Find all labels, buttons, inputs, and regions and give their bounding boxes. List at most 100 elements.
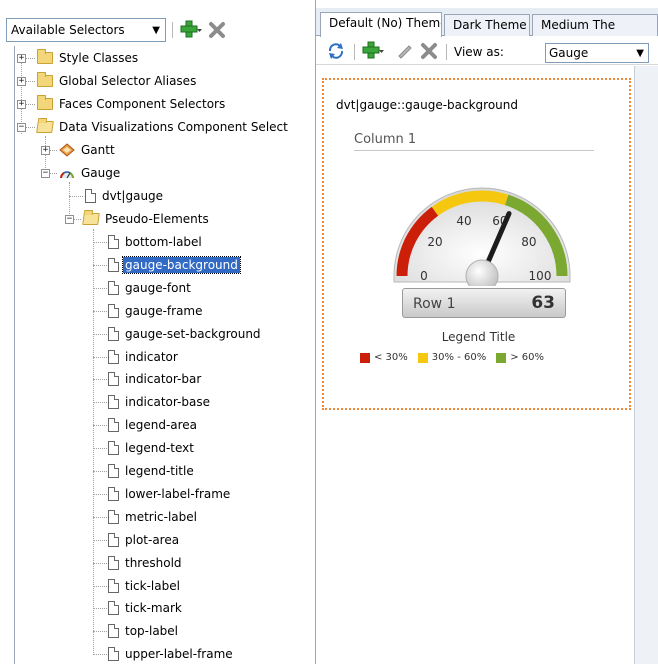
preview-area: dvt|gauge::gauge-background Column 1 0 20… bbox=[316, 66, 634, 664]
toolbar-separator bbox=[354, 44, 355, 60]
tree-item-label: Faces Component Selectors bbox=[59, 97, 226, 111]
tree-item-style-classes[interactable]: Style Classes bbox=[37, 47, 138, 69]
view-as-select[interactable]: Gauge ▼ bbox=[545, 43, 649, 63]
tab-medium-theme[interactable]: Medium The bbox=[532, 14, 658, 36]
tree-item-tick-mark[interactable]: tick-mark bbox=[108, 597, 182, 619]
tree-item-gantt[interactable]: Gantt bbox=[59, 139, 115, 161]
gantt-icon bbox=[59, 143, 75, 157]
tree-item-legend-title[interactable]: legend-title bbox=[108, 460, 194, 482]
chevron-down-icon: ▼ bbox=[636, 47, 644, 59]
tree-item-label: top-label bbox=[125, 624, 179, 639]
tree-item-label: Gantt bbox=[81, 143, 115, 157]
open-folder-icon bbox=[36, 121, 54, 133]
document-icon bbox=[108, 257, 119, 272]
tree-item-upper-label-frame[interactable]: upper-label-frame bbox=[108, 643, 233, 664]
document-icon bbox=[108, 395, 119, 410]
tree-item-label: Data Visualizations Component Select bbox=[59, 120, 288, 134]
tree-item-label: indicator-base bbox=[125, 395, 210, 410]
expand-toggle[interactable]: + bbox=[17, 54, 26, 63]
tree-item-indicator-base[interactable]: indicator-base bbox=[108, 391, 210, 413]
selector-title: dvt|gauge::gauge-background bbox=[336, 98, 519, 112]
tab-label: Medium The bbox=[541, 18, 616, 32]
tree-item-gauge-set-background[interactable]: gauge-set-background bbox=[108, 323, 261, 345]
legend-area: < 30% 30% - 60% > 60% bbox=[360, 352, 554, 363]
tree-item-label: threshold bbox=[125, 555, 182, 570]
document-icon bbox=[108, 464, 119, 478]
tree-item-label: plot-area bbox=[125, 532, 180, 547]
vertical-scrollbar-track[interactable] bbox=[634, 66, 658, 664]
tree-item-indicator-bar[interactable]: indicator-bar bbox=[108, 368, 201, 390]
document-icon bbox=[108, 235, 119, 249]
tree-item-bottom-label[interactable]: bottom-label bbox=[108, 231, 202, 253]
tree-item-metric-label[interactable]: metric-label bbox=[108, 506, 197, 528]
tree-item-label: indicator bbox=[125, 349, 178, 364]
expand-toggle[interactable]: + bbox=[17, 77, 26, 86]
legend-item: > 60% bbox=[496, 352, 544, 363]
document-icon bbox=[108, 441, 119, 456]
legend-title: Legend Title bbox=[441, 330, 516, 344]
tree-item-label: gauge-font bbox=[125, 280, 191, 295]
toolbar-separator bbox=[172, 22, 173, 38]
tree-item-indicator[interactable]: indicator bbox=[108, 346, 178, 368]
document-icon bbox=[108, 624, 119, 639]
tree-item-gauge-frame[interactable]: gauge-frame bbox=[108, 300, 203, 322]
tree-item-label: Gauge bbox=[81, 166, 121, 180]
available-selectors-label: Available Selectors bbox=[11, 23, 125, 37]
selectors-panel: Available Selectors ▼ + Style Classes + … bbox=[0, 0, 316, 664]
tree-item-global-selector-aliases[interactable]: Global Selector Aliases bbox=[37, 70, 196, 92]
available-selectors-dropdown[interactable]: Available Selectors ▼ bbox=[6, 18, 166, 42]
gauge-icon bbox=[60, 171, 74, 179]
document-icon bbox=[108, 372, 119, 387]
chevron-down-icon: ▼ bbox=[152, 24, 160, 36]
tree-item-label: metric-label bbox=[125, 509, 197, 524]
tree-item-gauge-font[interactable]: gauge-font bbox=[108, 277, 191, 299]
selector-tree: + Style Classes + Global Selector Aliase… bbox=[14, 46, 314, 664]
tree-item-gauge[interactable]: Gauge bbox=[59, 162, 120, 184]
expand-toggle[interactable]: + bbox=[41, 146, 50, 155]
gauge-dial: 02040 6080100 bbox=[393, 187, 571, 286]
tree-item-legend-text[interactable]: legend-text bbox=[108, 437, 194, 459]
tree-item-plot-area[interactable]: plot-area bbox=[108, 529, 179, 551]
preview-toolbar: View as: Gauge ▼ bbox=[316, 37, 658, 65]
legend-text: 30% - 60% bbox=[431, 352, 487, 363]
refresh-icon[interactable] bbox=[326, 42, 346, 60]
gauge-preview-frame[interactable]: dvt|gauge::gauge-background Column 1 0 20… bbox=[322, 78, 631, 410]
x-icon[interactable] bbox=[420, 42, 438, 60]
pencil-icon[interactable] bbox=[396, 42, 414, 60]
tree-item-lower-label-frame[interactable]: lower-label-frame bbox=[108, 483, 230, 505]
document-icon bbox=[108, 418, 119, 433]
tab-dark-theme[interactable]: Dark Theme bbox=[444, 14, 530, 36]
tree-item-faces-component-selectors[interactable]: Faces Component Selectors bbox=[37, 93, 225, 115]
document-icon bbox=[108, 486, 119, 501]
x-icon[interactable] bbox=[208, 21, 226, 39]
tree-item-label: dvt|gauge bbox=[102, 189, 164, 203]
tree-item-label: lower-label-frame bbox=[125, 486, 231, 501]
indicator-base bbox=[465, 259, 499, 286]
tree-item-tick-label[interactable]: tick-label bbox=[108, 575, 180, 597]
expand-toggle[interactable]: + bbox=[17, 100, 26, 109]
open-folder-icon bbox=[82, 213, 100, 225]
document-icon bbox=[108, 509, 119, 524]
tree-item-data-visualizations[interactable]: Data Visualizations Component Select bbox=[36, 116, 288, 138]
tree-item-dvt-gauge[interactable]: dvt|gauge bbox=[85, 185, 163, 207]
tick-label: 20 bbox=[427, 235, 442, 249]
document-icon bbox=[108, 601, 119, 616]
preview-panel: Default (No) Theme Dark Theme Medium The bbox=[316, 0, 658, 664]
collapse-toggle[interactable]: − bbox=[65, 215, 74, 224]
column-label: Column 1 bbox=[354, 132, 594, 151]
tree-item-gauge-background[interactable]: gauge-background bbox=[108, 254, 241, 276]
theme-tabbar: Default (No) Theme Dark Theme Medium The bbox=[316, 8, 658, 37]
tree-item-label: indicator-bar bbox=[125, 372, 202, 387]
tree-item-label: gauge-frame bbox=[125, 303, 203, 318]
tree-item-threshold[interactable]: threshold bbox=[108, 552, 182, 574]
legend-swatch bbox=[417, 352, 428, 363]
plus-icon[interactable] bbox=[362, 41, 384, 61]
tree-item-legend-area[interactable]: legend-area bbox=[108, 414, 197, 436]
tab-default-theme[interactable]: Default (No) Theme bbox=[320, 12, 442, 37]
plus-icon[interactable] bbox=[180, 20, 202, 40]
collapse-toggle[interactable]: − bbox=[41, 169, 50, 178]
tree-item-pseudo-elements[interactable]: Pseudo-Elements bbox=[82, 208, 209, 230]
lower-label-frame: Row 1 63 bbox=[402, 288, 566, 318]
collapse-toggle[interactable]: − bbox=[17, 123, 26, 132]
tree-item-top-label[interactable]: top-label bbox=[108, 620, 178, 642]
